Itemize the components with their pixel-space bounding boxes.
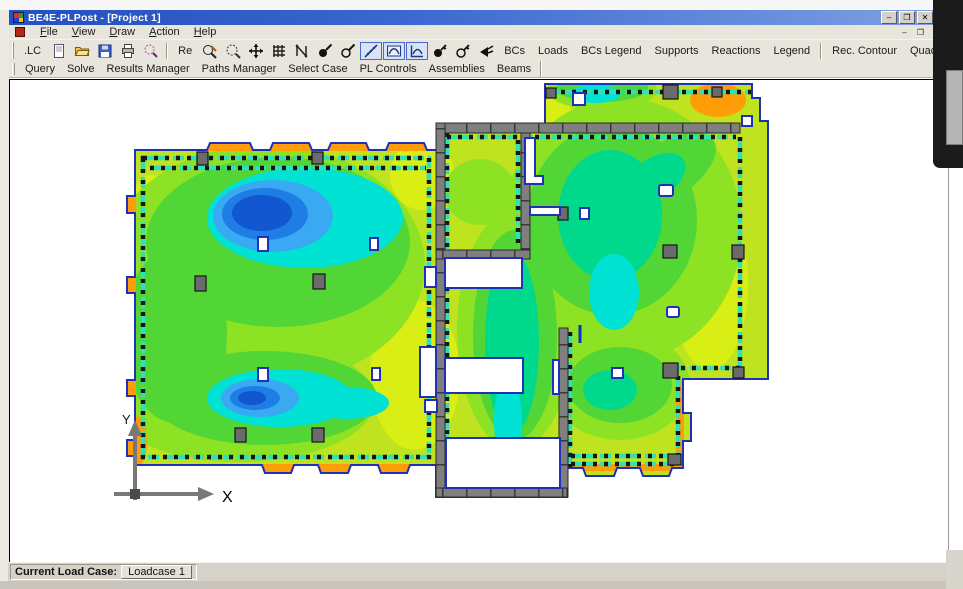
contour-lines-icon[interactable] [360,42,382,60]
title-bar: BE4E-PLPost - [Project 1] – ❐ ✕ [9,10,963,25]
zoom-pencil-icon[interactable] [199,42,221,60]
toolbar-button-pl-controls[interactable]: PL Controls [354,62,423,77]
application-window: BE4E-PLPost - [Project 1] – ❐ ✕ FileView… [0,0,963,589]
load-case-label: Current Load Case: [15,566,117,578]
zoom-window-icon[interactable] [222,42,244,60]
open-folder-icon[interactable] [71,42,93,60]
node-select-icon[interactable] [291,42,313,60]
app-icon [13,12,24,23]
toolbar-button-loads[interactable]: Loads [532,42,574,60]
toolbar-separator [540,61,542,77]
menu-bar: FileViewDrawActionHelp – ❐ [9,25,963,39]
toolbar-button-bcs-legend[interactable]: BCs Legend [575,42,648,60]
drawing-canvas[interactable]: X Y [9,79,935,562]
contour-plot: X Y [10,80,935,562]
new-document-icon[interactable] [48,42,70,60]
mdi-document-icon [15,27,25,37]
y-axis-label: Y [122,412,131,427]
toolbar-button-reactions[interactable]: Reactions [706,42,767,60]
scrollbar-thumb[interactable] [946,70,963,145]
menu-view[interactable]: View [65,26,103,38]
toolbar-button-paths-manager[interactable]: Paths Manager [196,62,283,77]
toolbar-button-re[interactable]: Re [172,42,198,60]
window-frame [0,10,9,581]
close-button[interactable]: ✕ [917,11,933,24]
pan-icon[interactable] [245,42,267,60]
main-toolbar: .LC Re BCsLoadsBCs LegendSupportsReactions… [9,39,963,61]
pen-filled-icon[interactable] [314,42,336,60]
toolbar-button-legend[interactable]: Legend [767,42,816,60]
toolbar-button-supports[interactable]: Supports [649,42,705,60]
toolbar-button-beams[interactable]: Beams [491,62,537,77]
toolbar-button-select-case[interactable]: Select Case [282,62,353,77]
menu-help[interactable]: Help [187,26,224,38]
toolbar-separator [166,43,168,59]
x-axis-label: X [222,489,233,506]
save-icon[interactable] [94,42,116,60]
mdi-restore-button[interactable]: ❐ [914,26,927,38]
window-bottom-frame [0,581,963,589]
mesh-grid-icon[interactable] [268,42,290,60]
pen-outline-flag-icon[interactable] [452,42,474,60]
toolbar-button-results-manager[interactable]: Results Manager [101,62,196,77]
pen-outline-icon[interactable] [337,42,359,60]
contour-box-icon[interactable] [406,42,428,60]
toolbar-button-assemblies[interactable]: Assemblies [423,62,491,77]
arrow-pen-icon[interactable] [475,42,497,60]
toolbar-button-solve[interactable]: Solve [61,62,101,77]
load-case-cell: Current Load Case: Loadcase 1 [10,564,197,580]
desktop-strip [0,0,963,10]
toolbar-grip [12,42,14,59]
load-case-button[interactable]: Loadcase 1 [121,565,192,579]
toolbar-separator [820,43,822,59]
menu-draw[interactable]: Draw [102,26,142,38]
minimize-button[interactable]: – [881,11,897,24]
menu-action[interactable]: Action [142,26,187,38]
toolbar-button-query[interactable]: Query [19,62,61,77]
mdi-minimize-button[interactable]: – [898,26,911,38]
menu-file[interactable]: File [33,26,65,38]
restore-button[interactable]: ❐ [899,11,915,24]
print-icon[interactable] [117,42,139,60]
contour-filled-icon[interactable] [383,42,405,60]
pen-filled-flag-icon[interactable] [429,42,451,60]
page-edge-corner [946,550,963,589]
secondary-toolbar: QuerySolveResults ManagerPaths ManagerSe… [9,61,963,78]
page-edge-line [948,168,949,562]
toolbar-button-bcs[interactable]: BCs [498,42,531,60]
toolbar-button-rec-contour[interactable]: Rec. Contour [826,42,903,60]
window-title: BE4E-PLPost - [Project 1] [28,12,161,24]
status-bar: Current Load Case: Loadcase 1 [8,562,963,581]
toolbar-button-lc[interactable]: .LC [18,42,47,60]
zoom-select-icon[interactable] [140,42,162,60]
toolbar-grip [12,63,15,76]
